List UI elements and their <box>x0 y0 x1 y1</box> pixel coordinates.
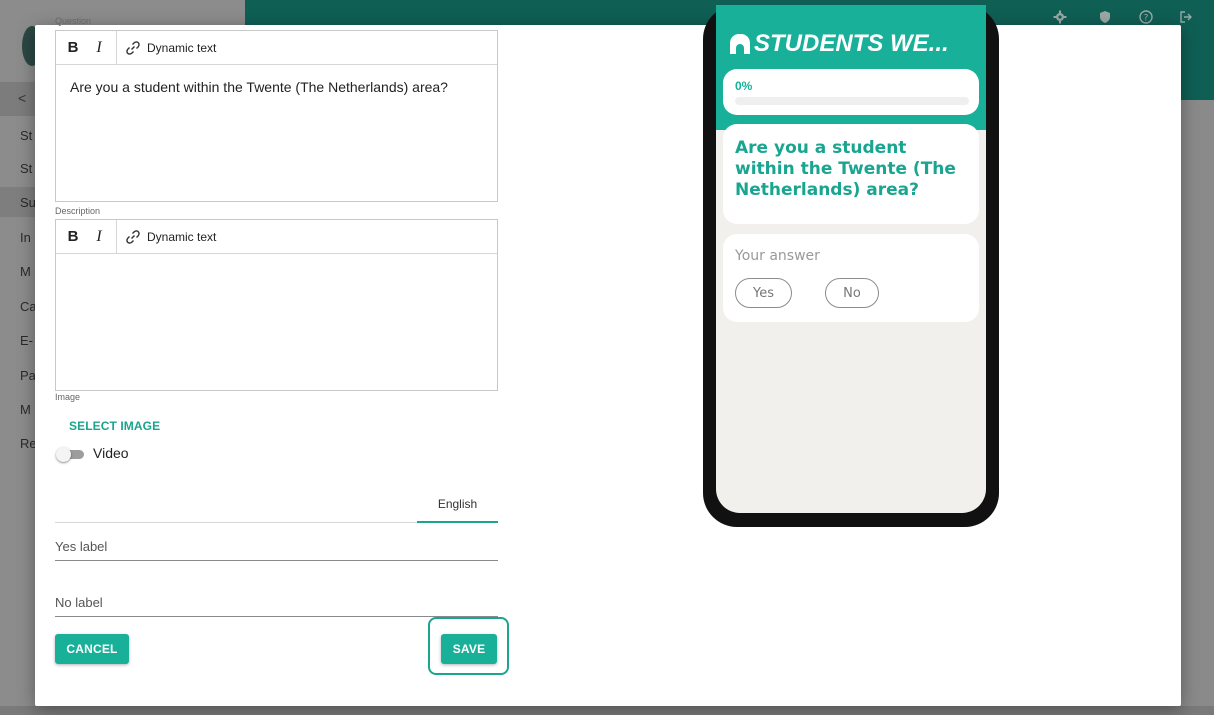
link-icon[interactable] <box>121 31 145 65</box>
toolbar-divider <box>116 30 117 65</box>
no-label-field[interactable]: No label <box>55 591 498 617</box>
preview-app-title: STUDENTS WE... <box>730 30 949 58</box>
mobile-preview: STUDENTS WE... 0% Are you a student with… <box>703 5 999 527</box>
edit-question-modal: Question B I Dynamic text Are you a stud… <box>35 5 1181 706</box>
bold-button[interactable]: B <box>60 31 86 65</box>
svg-text:?: ? <box>1144 14 1149 24</box>
question-field-label: Question <box>55 16 92 26</box>
background-footer <box>0 706 1214 715</box>
question-editor[interactable]: B I Dynamic text Are you a student withi… <box>55 30 498 202</box>
select-image-button[interactable]: SELECT IMAGE <box>69 419 160 433</box>
logout-icon[interactable] <box>1178 10 1194 26</box>
chevron-left-icon: < <box>18 90 27 106</box>
help-icon[interactable]: ? <box>1138 10 1154 26</box>
question-text[interactable]: Are you a student within the Twente (The… <box>56 65 497 109</box>
description-text[interactable] <box>56 254 497 282</box>
progress-card: 0% <box>723 69 979 115</box>
italic-button[interactable]: I <box>86 31 112 65</box>
description-field-label: Description <box>55 206 101 216</box>
preview-question: Are you a student within the Twente (The… <box>735 138 956 200</box>
video-toggle-label: Video <box>93 445 129 461</box>
save-button[interactable]: SAVE <box>441 634 497 664</box>
description-editor-toolbar: B I Dynamic text <box>56 219 497 254</box>
app-title-text: STUDENTS WE... <box>754 30 949 57</box>
question-editor-toolbar: B I Dynamic text <box>56 30 497 65</box>
bold-button[interactable]: B <box>60 220 86 254</box>
answer-card: Your answer Yes No <box>723 234 979 322</box>
shield-icon[interactable] <box>1097 10 1113 26</box>
cancel-button[interactable]: CANCEL <box>55 634 129 664</box>
home-icon <box>730 34 750 54</box>
toolbar-divider <box>116 219 117 254</box>
option-yes[interactable]: Yes <box>735 278 792 308</box>
toggle-knob <box>56 447 71 462</box>
answer-label: Your answer <box>735 248 820 264</box>
language-tabs: English <box>55 487 498 523</box>
video-toggle[interactable] <box>56 447 86 462</box>
question-card: Are you a student within the Twente (The… <box>723 124 979 224</box>
yes-label-field[interactable]: Yes label <box>55 535 498 561</box>
progress-percent: 0% <box>735 79 753 93</box>
italic-button[interactable]: I <box>86 220 112 254</box>
preview-screen: STUDENTS WE... 0% Are you a student with… <box>716 5 986 513</box>
gear-icon[interactable] <box>1052 10 1068 26</box>
dynamic-text-button[interactable]: Dynamic text <box>147 41 216 55</box>
option-no[interactable]: No <box>825 278 879 308</box>
dynamic-text-button[interactable]: Dynamic text <box>147 230 216 244</box>
description-editor[interactable]: B I Dynamic text <box>55 219 498 391</box>
image-field-label: Image <box>55 392 81 402</box>
tab-english[interactable]: English <box>417 487 498 523</box>
progress-bar <box>735 97 969 105</box>
link-icon[interactable] <box>121 220 145 254</box>
